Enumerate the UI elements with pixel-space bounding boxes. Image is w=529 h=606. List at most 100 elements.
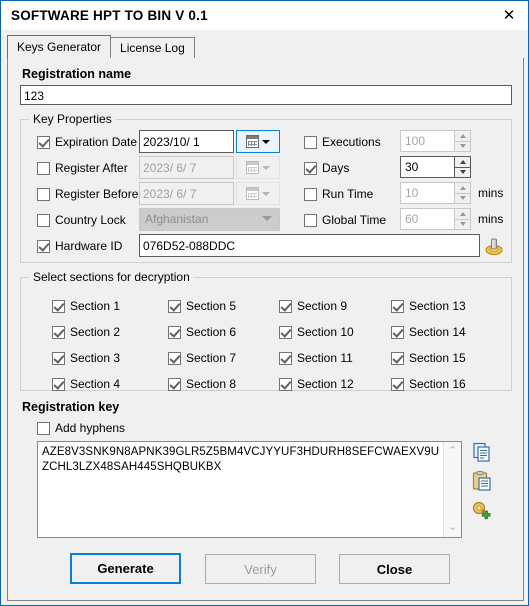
stepper-down-icon[interactable] xyxy=(454,192,471,204)
checkbox-run-time-box[interactable] xyxy=(304,187,317,201)
stepper-up-icon[interactable] xyxy=(454,130,471,141)
checkbox-section-6[interactable]: Section 6 xyxy=(168,325,236,339)
registration-name-input[interactable]: 123 xyxy=(20,85,512,105)
global-time-value[interactable]: 60 xyxy=(400,208,454,230)
executions-stepper[interactable]: 100 xyxy=(400,130,471,152)
run-time-unit-label: mins xyxy=(478,186,504,200)
checkbox-section-2[interactable]: Section 2 xyxy=(52,325,120,339)
global-time-stepper[interactable]: 60 xyxy=(400,208,471,230)
checkbox-executions[interactable]: Executions xyxy=(304,135,381,149)
checkbox-global-time-box[interactable] xyxy=(304,213,317,227)
generate-button[interactable]: Generate xyxy=(70,553,181,584)
registration-key-value[interactable]: AZE8V3SNK9N8APNK39GLR5Z5BM4VCJYYUF3HDURH… xyxy=(38,442,450,478)
checkbox-section-14-box[interactable] xyxy=(391,325,404,339)
checkbox-section-10[interactable]: Section 10 xyxy=(279,325,354,339)
register-after-picker-button[interactable] xyxy=(236,156,280,179)
checkbox-section-9-label: Section 9 xyxy=(297,299,348,313)
checkbox-section-15-box[interactable] xyxy=(391,351,404,365)
checkbox-section-14[interactable]: Section 14 xyxy=(391,325,466,339)
run-time-value[interactable]: 10 xyxy=(400,182,454,204)
checkbox-section-7[interactable]: Section 7 xyxy=(168,351,236,365)
stepper-down-icon[interactable] xyxy=(454,166,471,178)
checkbox-section-12[interactable]: Section 12 xyxy=(279,377,354,391)
checkbox-section-11[interactable]: Section 11 xyxy=(279,351,353,365)
checkbox-section-4[interactable]: Section 4 xyxy=(52,377,120,391)
stepper-down-icon[interactable] xyxy=(454,218,471,230)
checkbox-section-16-box[interactable] xyxy=(391,377,404,391)
checkbox-section-7-box[interactable] xyxy=(168,351,181,365)
checkbox-register-before[interactable]: Register Before xyxy=(37,187,138,201)
checkbox-country-lock-box[interactable] xyxy=(37,213,50,227)
checkbox-hardware-id-label: Hardware ID xyxy=(55,239,123,253)
register-before-input[interactable]: 2023/ 6/ 7 xyxy=(139,182,234,205)
checkbox-days-box[interactable] xyxy=(304,161,317,175)
checkbox-section-5-box[interactable] xyxy=(168,299,181,313)
global-time-stepper-buttons[interactable] xyxy=(454,208,471,230)
tab-license-log[interactable]: License Log xyxy=(110,37,195,59)
close-button[interactable]: Close xyxy=(339,554,450,584)
copy-icon[interactable] xyxy=(471,441,493,466)
checkbox-hardware-id[interactable]: Hardware ID xyxy=(37,239,122,253)
checkbox-section-4-box[interactable] xyxy=(52,377,65,391)
add-key-icon[interactable] xyxy=(471,499,493,524)
key-icon[interactable] xyxy=(483,235,505,257)
checkbox-register-after-box[interactable] xyxy=(37,161,50,175)
checkbox-section-2-box[interactable] xyxy=(52,325,65,339)
verify-button[interactable]: Verify xyxy=(205,554,316,584)
checkbox-section-8-box[interactable] xyxy=(168,377,181,391)
run-time-stepper[interactable]: 10 xyxy=(400,182,471,204)
checkbox-section-13[interactable]: Section 13 xyxy=(391,299,466,313)
checkbox-section-15[interactable]: Section 15 xyxy=(391,351,466,365)
stepper-up-icon[interactable] xyxy=(454,156,471,167)
stepper-up-icon[interactable] xyxy=(454,182,471,193)
checkbox-section-3[interactable]: Section 3 xyxy=(52,351,120,365)
checkbox-section-8[interactable]: Section 8 xyxy=(168,377,236,391)
checkbox-add-hyphens[interactable]: Add hyphens xyxy=(37,421,125,435)
checkbox-section-1-box[interactable] xyxy=(52,299,65,313)
checkbox-section-6-box[interactable] xyxy=(168,325,181,339)
checkbox-section-3-label: Section 3 xyxy=(70,351,121,365)
checkbox-register-before-box[interactable] xyxy=(37,187,50,201)
stepper-up-icon[interactable] xyxy=(454,208,471,219)
checkbox-country-lock[interactable]: Country Lock xyxy=(37,213,126,227)
checkbox-section-9[interactable]: Section 9 xyxy=(279,299,347,313)
days-value[interactable]: 30 xyxy=(400,156,454,178)
checkbox-global-time[interactable]: Global Time xyxy=(304,213,386,227)
checkbox-expiration-date[interactable]: Expiration Date xyxy=(37,135,137,149)
checkbox-section-12-box[interactable] xyxy=(279,377,292,391)
checkbox-section-3-box[interactable] xyxy=(52,351,65,365)
run-time-stepper-buttons[interactable] xyxy=(454,182,471,204)
hardware-id-input[interactable]: 076D52-088DDC xyxy=(139,234,480,257)
checkbox-hardware-id-box[interactable] xyxy=(37,239,50,253)
registration-key-scrollbar[interactable]: ⌃ ⌄ xyxy=(443,442,461,537)
checkbox-section-10-box[interactable] xyxy=(279,325,292,339)
register-after-input[interactable]: 2023/ 6/ 7 xyxy=(139,156,234,179)
checkbox-executions-box[interactable] xyxy=(304,135,317,149)
checkbox-add-hyphens-box[interactable] xyxy=(37,421,50,435)
executions-value[interactable]: 100 xyxy=(400,130,454,152)
checkbox-section-5[interactable]: Section 5 xyxy=(168,299,236,313)
expiration-date-picker-button[interactable] xyxy=(236,130,280,153)
register-before-picker-button[interactable] xyxy=(236,182,280,205)
stepper-down-icon[interactable] xyxy=(454,140,471,152)
days-stepper-buttons[interactable] xyxy=(454,156,471,178)
checkbox-section-1[interactable]: Section 1 xyxy=(52,299,120,313)
executions-stepper-buttons[interactable] xyxy=(454,130,471,152)
checkbox-section-13-box[interactable] xyxy=(391,299,404,313)
checkbox-run-time[interactable]: Run Time xyxy=(304,187,373,201)
scroll-up-icon[interactable]: ⌃ xyxy=(448,442,457,461)
expiration-date-input[interactable]: 2023/10/ 1 xyxy=(139,130,234,153)
close-icon[interactable]: ✕ xyxy=(490,1,528,30)
registration-key-textarea[interactable]: AZE8V3SNK9N8APNK39GLR5Z5BM4VCJYYUF3HDURH… xyxy=(37,441,462,538)
checkbox-days[interactable]: Days xyxy=(304,161,349,175)
tab-keys-generator[interactable]: Keys Generator xyxy=(7,35,112,59)
country-lock-select[interactable]: Afghanistan xyxy=(139,208,280,231)
days-stepper[interactable]: 30 xyxy=(400,156,471,178)
scroll-down-icon[interactable]: ⌄ xyxy=(448,518,457,537)
checkbox-register-after[interactable]: Register After xyxy=(37,161,128,175)
checkbox-section-9-box[interactable] xyxy=(279,299,292,313)
checkbox-expiration-date-box[interactable] xyxy=(37,135,50,149)
paste-icon[interactable] xyxy=(471,470,493,495)
checkbox-section-11-box[interactable] xyxy=(279,351,292,365)
checkbox-section-16[interactable]: Section 16 xyxy=(391,377,466,391)
